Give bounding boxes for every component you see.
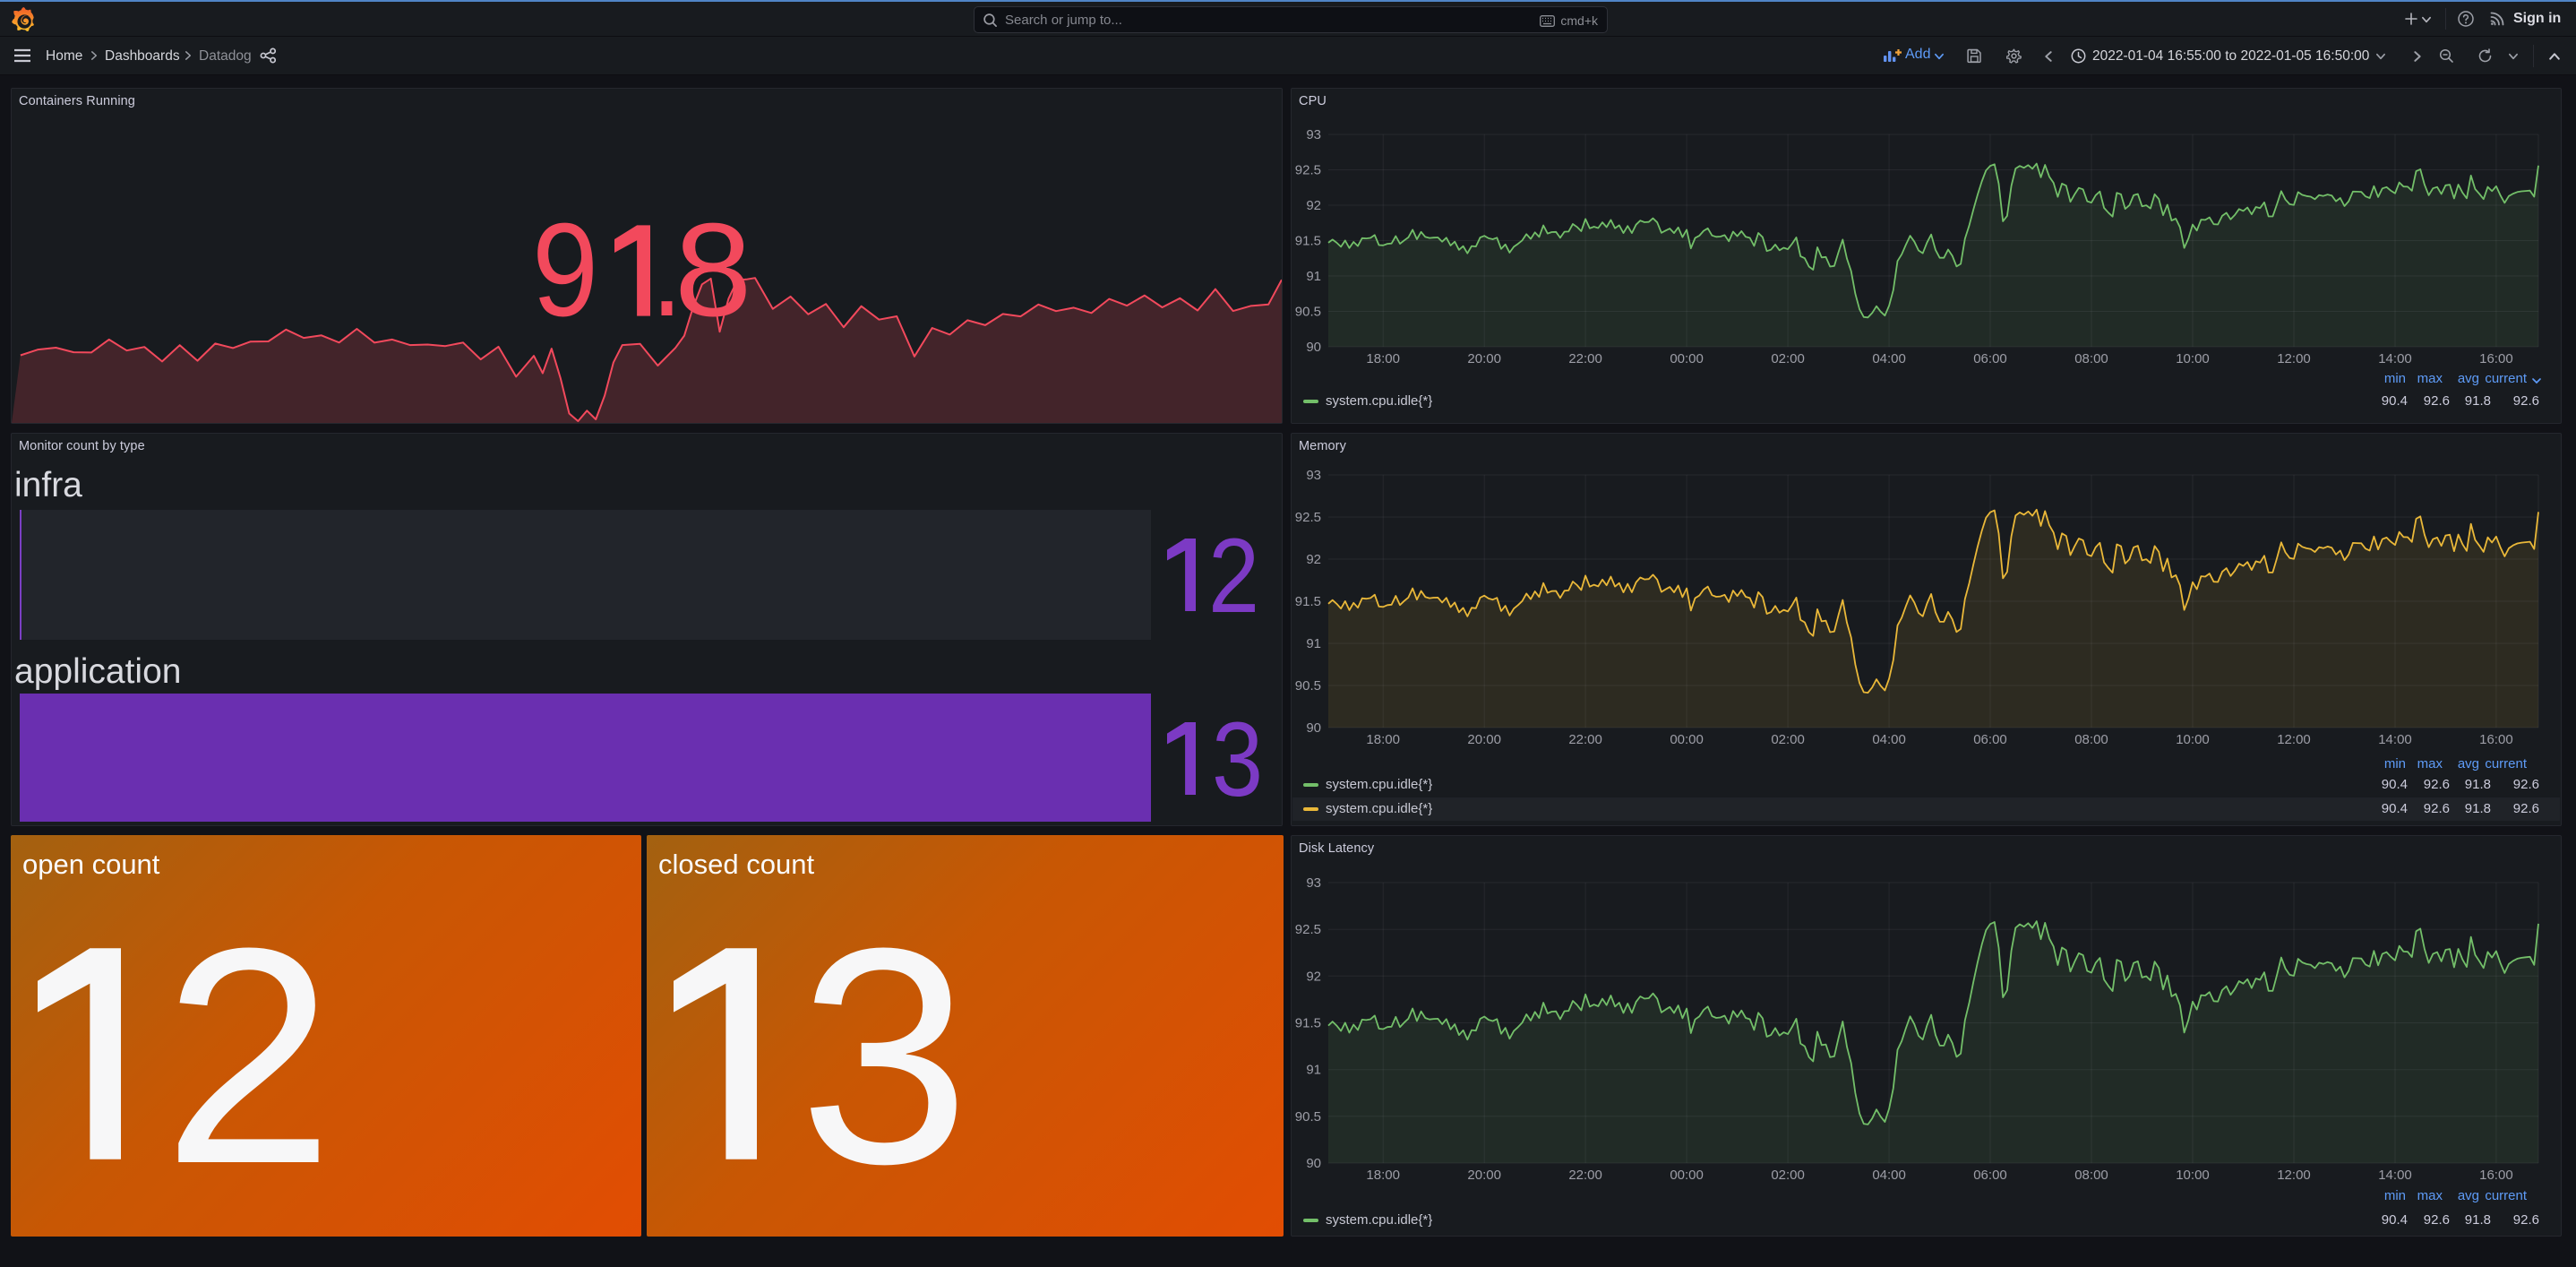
svg-text:14:00: 14:00 [2378, 732, 2412, 747]
svg-text:90: 90 [1306, 1156, 1321, 1171]
svg-text:91.5: 91.5 [1295, 594, 1321, 609]
svg-text:93: 93 [1306, 468, 1321, 483]
svg-text:06:00: 06:00 [1973, 351, 2007, 366]
svg-text:91.5: 91.5 [1295, 234, 1321, 249]
svg-text:20:00: 20:00 [1467, 732, 1501, 747]
svg-text:08:00: 08:00 [2074, 351, 2108, 366]
svg-text:92: 92 [1306, 198, 1321, 213]
svg-text:93: 93 [1306, 875, 1321, 891]
svg-text:22:00: 22:00 [1568, 351, 1602, 366]
svg-text:16:00: 16:00 [2479, 1168, 2513, 1183]
svg-text:91.5: 91.5 [1295, 1016, 1321, 1031]
svg-text:00:00: 00:00 [1670, 732, 1704, 747]
svg-text:22:00: 22:00 [1568, 1168, 1602, 1183]
svg-text:04:00: 04:00 [1872, 351, 1906, 366]
svg-text:02:00: 02:00 [1771, 1168, 1805, 1183]
svg-text:18:00: 18:00 [1366, 1168, 1400, 1183]
svg-text:90.5: 90.5 [1295, 678, 1321, 694]
svg-text:12:00: 12:00 [2277, 732, 2311, 747]
svg-text:91: 91 [1306, 636, 1321, 651]
svg-text:91: 91 [1306, 269, 1321, 284]
svg-text:16:00: 16:00 [2479, 732, 2513, 747]
svg-text:12:00: 12:00 [2277, 1168, 2311, 1183]
svg-text:93: 93 [1306, 127, 1321, 142]
svg-text:22:00: 22:00 [1568, 732, 1602, 747]
svg-text:14:00: 14:00 [2378, 1168, 2412, 1183]
svg-text:06:00: 06:00 [1973, 732, 2007, 747]
svg-text:04:00: 04:00 [1872, 1168, 1906, 1183]
svg-text:92.5: 92.5 [1295, 510, 1321, 525]
svg-text:20:00: 20:00 [1467, 1168, 1501, 1183]
svg-text:92.5: 92.5 [1295, 922, 1321, 937]
svg-text:08:00: 08:00 [2074, 1168, 2108, 1183]
svg-text:10:00: 10:00 [2176, 732, 2210, 747]
svg-text:20:00: 20:00 [1467, 351, 1501, 366]
svg-text:18:00: 18:00 [1366, 732, 1400, 747]
svg-text:06:00: 06:00 [1973, 1168, 2007, 1183]
svg-text:08:00: 08:00 [2074, 732, 2108, 747]
svg-text:10:00: 10:00 [2176, 351, 2210, 366]
svg-text:90.5: 90.5 [1295, 1109, 1321, 1125]
svg-text:00:00: 00:00 [1670, 1168, 1704, 1183]
svg-text:02:00: 02:00 [1771, 732, 1805, 747]
svg-text:92.5: 92.5 [1295, 163, 1321, 178]
svg-text:90: 90 [1306, 340, 1321, 355]
svg-text:92: 92 [1306, 969, 1321, 984]
svg-text:18:00: 18:00 [1366, 351, 1400, 366]
svg-text:90: 90 [1306, 720, 1321, 736]
svg-text:90.5: 90.5 [1295, 305, 1321, 320]
svg-text:04:00: 04:00 [1872, 732, 1906, 747]
svg-text:10:00: 10:00 [2176, 1168, 2210, 1183]
svg-text:02:00: 02:00 [1771, 351, 1805, 366]
svg-text:14:00: 14:00 [2378, 351, 2412, 366]
svg-text:12:00: 12:00 [2277, 351, 2311, 366]
svg-text:92: 92 [1306, 552, 1321, 567]
svg-text:00:00: 00:00 [1670, 351, 1704, 366]
svg-text:91: 91 [1306, 1063, 1321, 1078]
svg-text:16:00: 16:00 [2479, 351, 2513, 366]
